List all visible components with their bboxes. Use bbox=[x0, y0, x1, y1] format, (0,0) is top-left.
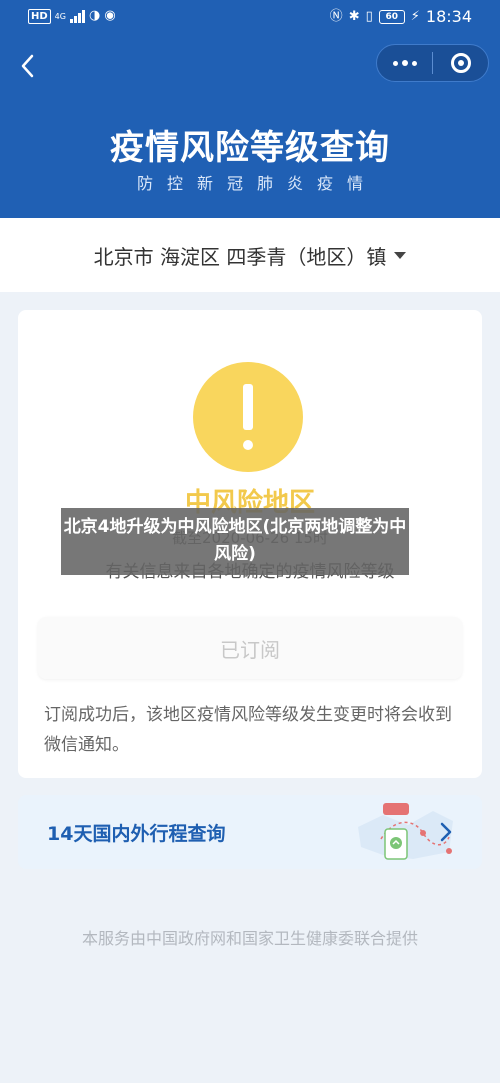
subscribe-description: 订阅成功后，该地区疫情风险等级发生变更时将会收到微信通知。 bbox=[44, 705, 452, 755]
page-subtitle: 防控新冠肺炎疫情 bbox=[136, 174, 377, 193]
target-icon bbox=[450, 53, 471, 73]
location-text: 北京市 海淀区 四季青（地区）镇 bbox=[93, 244, 387, 269]
wechat-notification-icon: ◑ bbox=[88, 8, 101, 23]
subscribe-button[interactable]: 已订阅 bbox=[38, 617, 462, 679]
status-bar-left: HD 4G ◑ ◉ bbox=[28, 8, 116, 24]
back-arrow-icon bbox=[21, 54, 34, 78]
hd-badge: HD bbox=[28, 8, 51, 24]
warning-icon bbox=[193, 362, 303, 472]
chevron-right-icon bbox=[440, 822, 452, 842]
vibrate-icon: ▯ bbox=[365, 8, 373, 24]
status-bar-right: Ⓝ ✱ ▯ 60 ⚡ 18:34 bbox=[330, 7, 472, 26]
network-type: 4G bbox=[54, 11, 66, 21]
page-header: 疫情风险等级查询 防控新冠肺炎疫情 bbox=[0, 36, 500, 218]
signal-icon bbox=[69, 9, 85, 23]
nfc-icon: Ⓝ bbox=[329, 8, 343, 24]
app-notification-icon: ◉ bbox=[104, 8, 116, 23]
news-caption-banner: 北京4地升级为中风险地区(北京两地调整为中风险) bbox=[61, 508, 409, 575]
dropdown-caret-icon bbox=[394, 251, 407, 259]
more-button[interactable] bbox=[377, 45, 432, 81]
battery-icon: 60 bbox=[378, 9, 405, 24]
close-miniprogram-button[interactable] bbox=[433, 45, 488, 81]
page-title: 疫情风险等级查询 bbox=[110, 128, 390, 168]
location-selector[interactable]: 北京市 海淀区 四季青（地区）镇 bbox=[0, 218, 500, 292]
bluetooth-icon: ✱ bbox=[348, 8, 360, 24]
miniprogram-capsule bbox=[376, 44, 489, 82]
travel-history-card[interactable]: 14天国内外行程查询 bbox=[18, 795, 482, 869]
travel-history-label: 14天国内外行程查询 bbox=[47, 823, 226, 845]
service-provider-note: 本服务由中国政府网和国家卫生健康委联合提供 bbox=[81, 929, 418, 948]
back-button[interactable] bbox=[16, 52, 40, 80]
clock: 18:34 bbox=[425, 7, 472, 26]
status-bar: HD 4G ◑ ◉ Ⓝ ✱ ▯ 60 ⚡ 18:34 bbox=[0, 0, 500, 36]
charging-icon: ⚡ bbox=[410, 8, 420, 24]
more-icon bbox=[392, 60, 398, 66]
